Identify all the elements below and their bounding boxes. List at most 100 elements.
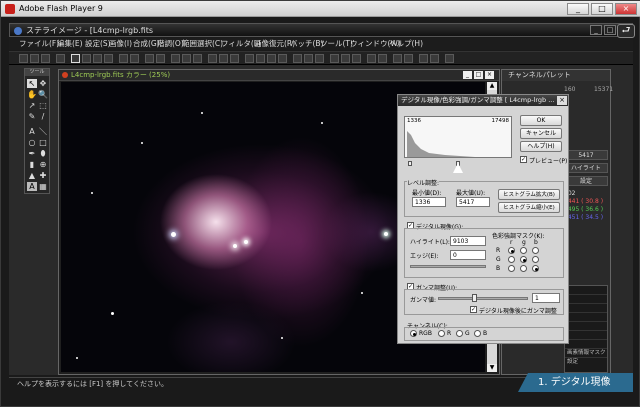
mask-radio-bb[interactable] bbox=[532, 265, 539, 272]
copy-icon[interactable] bbox=[93, 54, 102, 63]
menu-edit[interactable]: 編集(E) bbox=[57, 38, 83, 50]
edge-slider-track[interactable] bbox=[410, 265, 486, 268]
mask-radio-gb[interactable] bbox=[532, 256, 539, 263]
line-icon[interactable]: / bbox=[38, 112, 48, 121]
help-button[interactable]: ヘルプ(H) bbox=[520, 141, 562, 152]
font-icon[interactable]: A bbox=[27, 182, 37, 191]
list-item[interactable] bbox=[565, 331, 607, 340]
list-item[interactable] bbox=[565, 286, 607, 295]
palette-value-field[interactable]: 5417 bbox=[564, 150, 608, 160]
highlight-button[interactable]: ハイライト bbox=[564, 163, 608, 173]
pen-icon[interactable]: ✒ bbox=[27, 149, 37, 158]
save-file-icon[interactable] bbox=[41, 54, 50, 63]
marquee-icon[interactable]: ⬚ bbox=[38, 101, 48, 110]
doc-maximize-button[interactable]: □ bbox=[474, 71, 483, 79]
menu-tone[interactable]: 階調(O) bbox=[157, 38, 184, 50]
mask-radio-gr[interactable] bbox=[508, 256, 515, 263]
pencil-icon[interactable]: ✎ bbox=[27, 112, 37, 121]
hand-icon[interactable]: ✋ bbox=[27, 90, 37, 99]
tool-icon-h[interactable] bbox=[256, 54, 265, 63]
tool-icon-p[interactable] bbox=[352, 54, 361, 63]
eraser-icon[interactable]: ⬮ bbox=[38, 149, 48, 158]
min-value-input[interactable]: 1336 bbox=[412, 197, 446, 207]
menu-restore[interactable]: 画像復元(R) bbox=[254, 38, 295, 50]
cross-icon[interactable]: ✚ bbox=[38, 171, 48, 180]
rectangle-icon[interactable]: □ bbox=[38, 138, 48, 147]
maximize-button[interactable]: □ bbox=[591, 3, 613, 15]
tool-icon-e[interactable] bbox=[219, 54, 228, 63]
zoom-in-icon[interactable] bbox=[145, 54, 154, 63]
app-maximize-button[interactable]: □ bbox=[604, 25, 616, 35]
mask-radio-br[interactable] bbox=[508, 265, 515, 272]
tool-icon-t[interactable] bbox=[404, 54, 413, 63]
paste-icon[interactable] bbox=[104, 54, 113, 63]
tool-icon-o[interactable] bbox=[341, 54, 350, 63]
menu-composite[interactable]: 合成(G) bbox=[133, 38, 160, 50]
tool-icon-k[interactable] bbox=[293, 54, 302, 63]
diagonal-line-icon[interactable]: ＼ bbox=[38, 127, 48, 136]
tool-icon-g[interactable] bbox=[245, 54, 254, 63]
tool-icon-n[interactable] bbox=[330, 54, 339, 63]
mask-radio-rg[interactable] bbox=[520, 247, 527, 254]
doc-minimize-button[interactable]: _ bbox=[463, 71, 472, 79]
histogram-panel[interactable]: 1336 17498 bbox=[404, 116, 512, 158]
tool-icon-l[interactable] bbox=[304, 54, 313, 63]
mask-radio-rb[interactable] bbox=[532, 247, 539, 254]
channel-radio-rgb[interactable] bbox=[410, 330, 417, 337]
gamma-slider-track[interactable] bbox=[438, 297, 528, 300]
zoom-out-icon[interactable] bbox=[156, 54, 165, 63]
settings-button[interactable]: 設定 bbox=[564, 176, 608, 186]
gamma-value-input[interactable]: 1 bbox=[532, 293, 560, 303]
scroll-up-icon[interactable]: ▲ bbox=[487, 82, 497, 90]
gamma-after-dd-checkbox[interactable]: ✓ bbox=[470, 306, 477, 313]
channel-list[interactable]: 画素情報マスク設定 bbox=[564, 285, 608, 373]
edge-input[interactable]: 0 bbox=[450, 250, 486, 260]
tool-icon-v[interactable] bbox=[430, 54, 439, 63]
menu-batch[interactable]: バッチ(B) bbox=[290, 38, 324, 50]
doc-close-button[interactable]: × bbox=[485, 71, 494, 79]
tool-icon-i[interactable] bbox=[267, 54, 276, 63]
mask-radio-gg[interactable] bbox=[520, 256, 527, 263]
tool-icon-w[interactable] bbox=[445, 54, 454, 63]
scroll-down-icon[interactable]: ▼ bbox=[487, 364, 497, 372]
histogram-shrink-button[interactable]: ヒストグラム縮小(E) bbox=[498, 202, 560, 213]
close-button[interactable]: × bbox=[615, 3, 637, 15]
preview-checkbox[interactable]: ✓ bbox=[520, 156, 527, 163]
menu-help[interactable]: ヘルプ(H) bbox=[389, 38, 423, 50]
gamma-slider-knob[interactable] bbox=[472, 294, 477, 302]
select-arrow-icon[interactable]: ↖ bbox=[27, 79, 37, 88]
text-tool-icon[interactable]: A bbox=[27, 127, 37, 136]
undo-icon[interactable] bbox=[119, 54, 128, 63]
channel-radio-g[interactable] bbox=[456, 330, 463, 337]
grid-icon[interactable]: ▦ bbox=[38, 182, 48, 191]
arrow-tool-icon[interactable]: ↗ bbox=[27, 101, 37, 110]
tool-icon-d[interactable] bbox=[208, 54, 217, 63]
max-value-input[interactable]: 5417 bbox=[456, 197, 490, 207]
zoom-icon[interactable]: 🔍 bbox=[38, 90, 48, 99]
menu-selection[interactable]: 範囲選択(C) bbox=[182, 38, 223, 50]
ok-button[interactable]: OK bbox=[520, 115, 562, 126]
app-minimize-button[interactable]: _ bbox=[590, 25, 602, 35]
highlight-input[interactable]: 9103 bbox=[450, 236, 486, 246]
menu-image[interactable]: 画像(I) bbox=[109, 38, 132, 50]
tool-icon-j[interactable] bbox=[278, 54, 287, 63]
mask-radio-rr[interactable] bbox=[508, 247, 515, 254]
channel-radio-r[interactable] bbox=[438, 330, 445, 337]
tool-icon-q[interactable] bbox=[367, 54, 376, 63]
cut-icon[interactable] bbox=[82, 54, 91, 63]
move-icon[interactable]: ✥ bbox=[38, 79, 48, 88]
tool-icon-a[interactable] bbox=[171, 54, 180, 63]
menu-settings[interactable]: 設定(S) bbox=[85, 38, 111, 50]
star-marker-icon[interactable]: ⊕ bbox=[38, 160, 48, 169]
tool-icon-f[interactable] bbox=[230, 54, 239, 63]
ellipse-icon[interactable]: ○ bbox=[27, 138, 37, 147]
new-file-icon[interactable] bbox=[19, 54, 28, 63]
toggle-icon[interactable] bbox=[71, 54, 80, 63]
tool-icon-m[interactable] bbox=[315, 54, 324, 63]
tool-icon-s[interactable] bbox=[393, 54, 402, 63]
channel-radio-b[interactable] bbox=[474, 330, 481, 337]
low-slider-knob[interactable] bbox=[408, 161, 412, 166]
list-item[interactable] bbox=[565, 313, 607, 322]
list-item[interactable] bbox=[565, 322, 607, 331]
return-icon[interactable]: ⮐ bbox=[617, 24, 635, 38]
